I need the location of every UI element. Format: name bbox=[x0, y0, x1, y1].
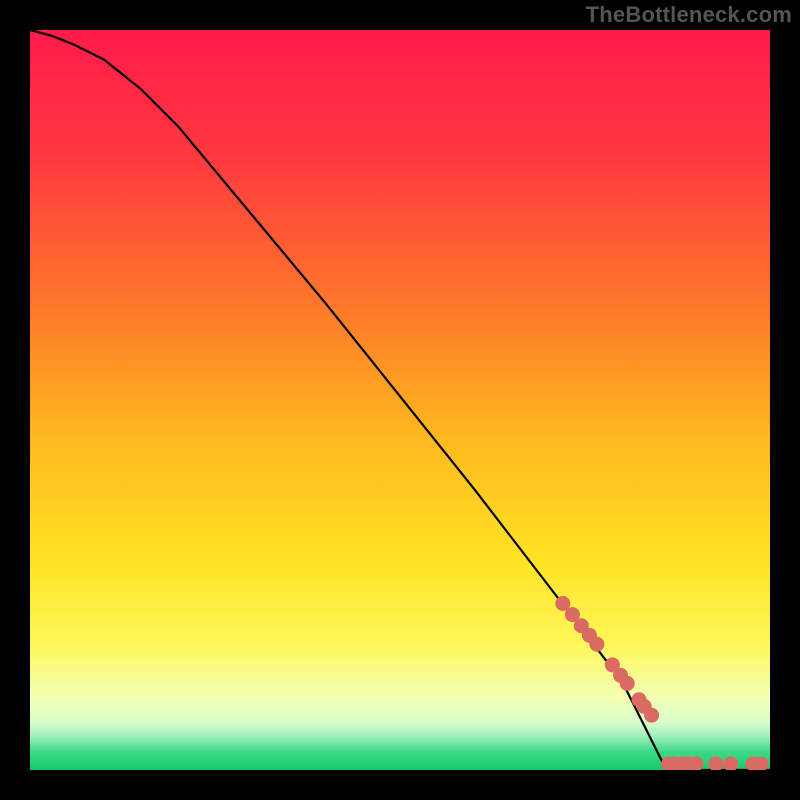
chart-frame: TheBottleneck.com bbox=[0, 0, 800, 800]
plot-area bbox=[30, 30, 770, 770]
data-point bbox=[589, 637, 604, 652]
scatter-on-floor bbox=[661, 757, 769, 771]
gradient-background bbox=[30, 30, 770, 770]
plot-svg bbox=[30, 30, 770, 770]
data-point bbox=[644, 708, 659, 723]
watermark-text: TheBottleneck.com bbox=[586, 2, 792, 28]
data-point bbox=[620, 676, 635, 691]
